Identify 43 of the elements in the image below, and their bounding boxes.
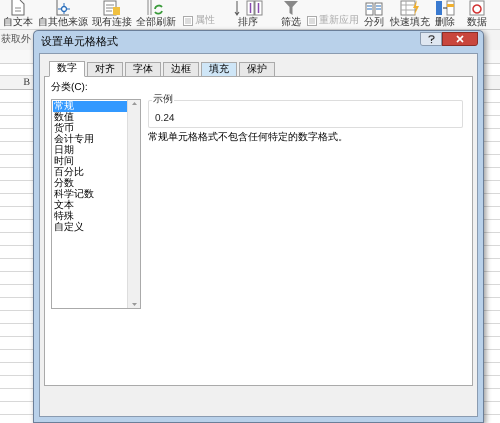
category-item[interactable]: 百分比 [53, 167, 127, 178]
tab[interactable]: 边框 [163, 62, 199, 77]
help-icon [428, 34, 434, 44]
description-text: 常规单元格格式不包含任何特定的数字格式。 [148, 132, 349, 144]
tab[interactable]: 保护 [239, 62, 275, 77]
category-item[interactable]: 科学记数 [53, 189, 127, 200]
category-item[interactable]: 时间 [53, 156, 127, 167]
category-item[interactable]: 数值 [53, 112, 127, 123]
window-title: 设置单元格格式 [40, 34, 118, 50]
ribbon-button[interactable]: 数据 [467, 17, 487, 29]
category-item[interactable]: 会计专用 [53, 134, 127, 145]
category-item[interactable]: 日期 [53, 145, 127, 156]
ribbon-button[interactable]: 全部刷新 [136, 17, 176, 29]
funnel-icon [284, 0, 298, 16]
ribbon-button[interactable]: 自文本 [3, 17, 33, 29]
sample-value: 0.24 [155, 113, 176, 125]
tab[interactable]: 数字 [49, 61, 85, 77]
category-item[interactable]: 特殊 [53, 211, 127, 222]
category-item[interactable]: 文本 [53, 200, 127, 211]
close-icon [456, 35, 464, 43]
category-label: 分类(C): [51, 80, 89, 95]
tab[interactable]: 填充 [201, 62, 237, 77]
properties-icon [183, 16, 193, 26]
help-button[interactable] [420, 32, 442, 46]
group-label: 获取外 [0, 35, 31, 45]
properties-icon [307, 16, 317, 26]
ribbon-button[interactable]: 快速填充 [390, 17, 430, 29]
category-item[interactable]: 分数 [53, 178, 127, 189]
ribbon-button[interactable]: 自其他来源 [38, 17, 88, 29]
ribbon-button[interactable]: 分列 [364, 17, 384, 29]
scroll-up-icon [132, 102, 136, 105]
ribbon-button[interactable]: 删除 [435, 17, 455, 29]
ribbon-button[interactable]: 排序 [238, 17, 258, 29]
tab[interactable]: 字体 [125, 62, 161, 77]
tab[interactable]: 对齐 [87, 62, 123, 77]
ribbon-button[interactable]: 筛选 [281, 17, 301, 29]
category-item[interactable]: 货币 [53, 123, 127, 134]
column-header: B [23, 76, 30, 90]
scroll-down-icon [132, 303, 136, 306]
category-item[interactable]: 自定义 [53, 222, 127, 233]
sample-label: 示例 [152, 94, 174, 106]
close-button[interactable] [442, 32, 478, 46]
ribbon-button[interactable]: 现有连接 [92, 17, 132, 29]
